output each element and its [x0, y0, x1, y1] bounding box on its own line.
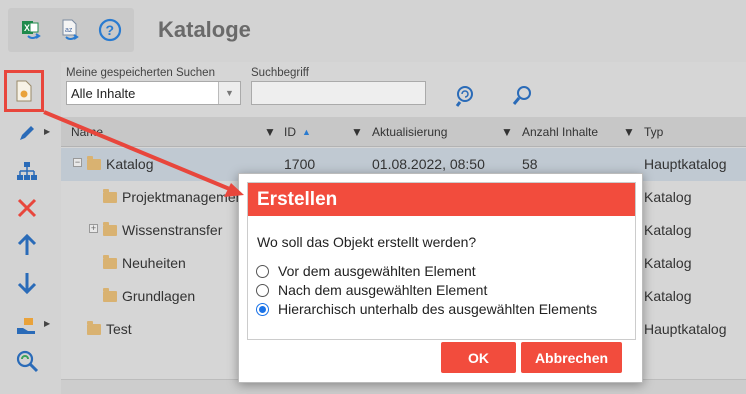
row-id: 1700	[284, 156, 316, 172]
saved-searches-value: Alle Inhalte	[71, 86, 136, 101]
folder-icon	[103, 288, 117, 302]
search-term-label: Suchbegriff	[251, 67, 309, 79]
edit-pencil-icon	[20, 126, 34, 140]
folder-icon	[103, 255, 117, 269]
search-button[interactable]	[511, 84, 535, 111]
folder-icon	[103, 222, 117, 236]
saved-searches-label: Meine gespeicherten Suchen	[66, 67, 215, 79]
column-count-label: Anzahl Inhalte	[522, 125, 599, 139]
row-type: Katalog	[644, 288, 692, 304]
share-button[interactable]	[10, 310, 44, 340]
row-name: Test	[106, 321, 132, 337]
column-header-count[interactable]: Anzahl Inhalte	[522, 117, 598, 147]
edit-button[interactable]	[10, 118, 44, 148]
new-document-button[interactable]	[4, 70, 44, 112]
delete-button[interactable]	[10, 193, 44, 223]
row-name: Neuheiten	[122, 255, 186, 271]
saved-searches-select[interactable]: Alle Inhalte ▼	[66, 81, 241, 105]
row-name: Wissenstransfer	[122, 222, 223, 238]
ok-button[interactable]: OK	[441, 342, 516, 373]
svg-text:X: X	[24, 23, 30, 33]
dialog-body: Erstellen Wo soll das Objekt erstellt we…	[247, 182, 636, 340]
search-refresh-button[interactable]	[10, 346, 44, 376]
search-term-input[interactable]	[251, 81, 426, 105]
reset-search-icon	[455, 86, 473, 107]
column-header-id[interactable]: ID ▲	[284, 117, 311, 147]
row-name: Projektmanagement	[122, 189, 248, 205]
move-up-icon	[17, 233, 37, 255]
column-filter-icon[interactable]: ▼	[351, 117, 363, 147]
column-type-label: Typ	[644, 125, 664, 139]
option-label: Hierarchisch unterhalb des ausgewählten …	[278, 301, 598, 317]
grid-header: Name ▼ ID ▲ ▼ Aktualisierung ▼ Anzahl Inh…	[61, 117, 746, 147]
create-dialog: Erstellen Wo soll das Objekt erstellt we…	[238, 173, 643, 383]
option-before[interactable]: Vor dem ausgewählten Element	[256, 263, 476, 279]
row-type: Katalog	[644, 222, 692, 238]
row-type: Hauptkatalog	[644, 321, 727, 337]
column-header-updated[interactable]: Aktualisierung	[372, 117, 447, 147]
row-name: Katalog	[106, 156, 154, 172]
hierarchy-icon	[17, 162, 37, 180]
hand-share-icon	[17, 318, 35, 334]
collapse-icon[interactable]: −	[73, 158, 82, 167]
text-export-icon[interactable]: az	[56, 16, 84, 44]
search-bar: Meine gespeicherten Suchen Alle Inhalte …	[61, 62, 746, 117]
sort-ascending-icon: ▲	[302, 127, 311, 137]
radio-button-selected[interactable]	[256, 302, 269, 316]
expand-icon[interactable]: +	[89, 224, 98, 233]
delete-x-icon	[17, 198, 37, 218]
column-filter-icon[interactable]: ▼	[501, 117, 513, 147]
left-toolbar: ▶ ▶	[0, 62, 61, 394]
radio-button[interactable]	[256, 264, 269, 278]
edit-menu-caret-icon[interactable]: ▶	[44, 127, 50, 136]
row-updated: 01.08.2022, 08:50	[372, 156, 485, 172]
row-type: Hauptkatalog	[644, 156, 727, 172]
excel-export-icon[interactable]: X	[18, 16, 46, 44]
radio-button[interactable]	[256, 283, 269, 297]
column-name-label: Name	[71, 125, 104, 139]
folder-open-icon	[87, 156, 101, 170]
share-menu-caret-icon[interactable]: ▶	[44, 319, 50, 328]
move-down-icon	[17, 273, 37, 295]
svg-text:az: az	[65, 27, 73, 34]
page-title: Kataloge	[158, 17, 251, 42]
column-updated-label: Aktualisierung	[372, 125, 448, 139]
column-id-label: ID	[284, 125, 296, 139]
row-type: Katalog	[644, 255, 692, 271]
search-refresh-icon	[16, 350, 39, 373]
move-down-button[interactable]	[10, 268, 44, 298]
option-label: Nach dem ausgewählten Element	[278, 282, 488, 298]
row-count: 58	[522, 156, 538, 172]
hierarchy-button[interactable]	[10, 156, 44, 186]
search-icon	[512, 86, 531, 105]
column-header-type[interactable]: Typ	[644, 117, 663, 147]
column-header-name[interactable]: Name	[71, 117, 103, 147]
new-document-icon	[16, 80, 32, 102]
folder-icon	[87, 321, 101, 335]
move-up-button[interactable]	[10, 230, 44, 260]
row-name: Grundlagen	[122, 288, 196, 304]
dialog-question: Wo soll das Objekt erstellt werden?	[257, 234, 477, 250]
option-after[interactable]: Nach dem ausgewählten Element	[256, 282, 487, 298]
option-hierarchical[interactable]: Hierarchisch unterhalb des ausgewählten …	[256, 301, 597, 317]
cancel-button[interactable]: Abbrechen	[521, 342, 622, 373]
toolbar-button-group: X az ?	[8, 8, 134, 52]
chevron-down-icon[interactable]: ▼	[218, 82, 240, 104]
top-toolbar: X az ? Kataloge	[0, 0, 746, 62]
option-label: Vor dem ausgewählten Element	[278, 263, 476, 279]
help-icon[interactable]: ?	[96, 16, 124, 44]
column-filter-icon[interactable]: ▼	[264, 117, 276, 147]
folder-icon	[103, 189, 117, 203]
dialog-title: Erstellen	[248, 183, 635, 216]
column-filter-icon[interactable]: ▼	[623, 117, 635, 147]
reset-search-button[interactable]	[453, 84, 477, 111]
svg-text:?: ?	[106, 22, 115, 38]
row-type: Katalog	[644, 189, 692, 205]
